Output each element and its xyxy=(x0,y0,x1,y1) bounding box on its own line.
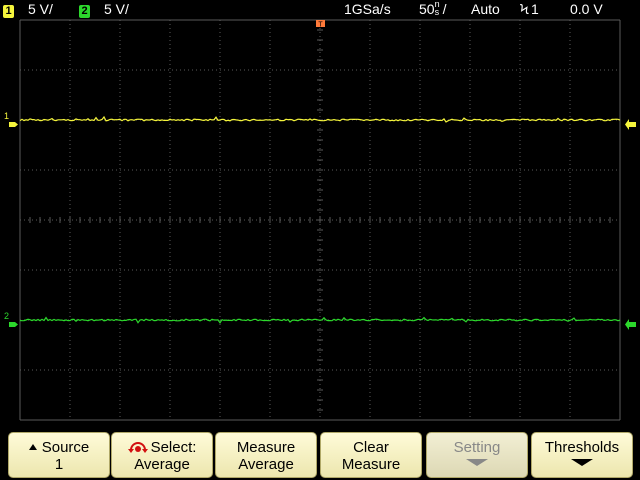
status-bar: 1 5 V/ 2 5 V/ 1GSa/s 50 n s / Auto Ϟ 1 0.0 … xyxy=(0,0,640,18)
ch2-offset-arrow[interactable] xyxy=(625,319,636,330)
setting-softkey[interactable]: Setting xyxy=(426,432,528,478)
timebase: 50 n s / xyxy=(419,0,446,18)
ch1-waveform xyxy=(19,115,621,123)
ch1-marker-label: 1 xyxy=(4,111,9,121)
rotate-knob-icon xyxy=(127,442,148,453)
thresholds-softkey[interactable]: Thresholds xyxy=(531,432,633,478)
ch2-waveform xyxy=(19,316,621,324)
select-value: Average xyxy=(134,456,190,473)
thresholds-label: Thresholds xyxy=(544,439,620,456)
clear-label-2: Measure xyxy=(341,456,401,473)
trigger-mode: Auto xyxy=(471,1,500,17)
softkey-menu: Source 1 Select: Average Measure Average… xyxy=(0,428,640,480)
ch1-badge[interactable]: 1 xyxy=(3,0,14,18)
source-label: Source xyxy=(41,439,90,456)
ch1-trigger-level-arrow[interactable] xyxy=(625,119,636,130)
trigger-marker-label: T xyxy=(318,21,323,28)
measure-label: Measure xyxy=(236,439,296,456)
clear-label: Clear xyxy=(353,439,389,456)
ch2-badge[interactable]: 2 xyxy=(79,0,90,18)
measure-value: Average xyxy=(238,456,294,473)
clear-measure-softkey[interactable]: Clear Measure xyxy=(320,432,422,478)
ch2-number: 2 xyxy=(79,5,90,18)
ch1-number: 1 xyxy=(3,5,14,18)
select-label: Select: xyxy=(150,439,197,456)
sample-rate: 1GSa/s xyxy=(344,1,391,17)
select-label-line: Select: xyxy=(112,439,212,456)
select-softkey[interactable]: Select: Average xyxy=(111,432,213,478)
timebase-suffix: / xyxy=(442,1,447,17)
source-label-line: Source xyxy=(9,439,109,456)
measure-average-softkey[interactable]: Measure Average xyxy=(215,432,317,478)
timebase-unit-bottom: s xyxy=(434,7,440,17)
ch2-marker-label: 2 xyxy=(4,311,9,321)
trigger-level: 0.0 V xyxy=(570,1,603,17)
waveform-display[interactable]: T 1 2 xyxy=(0,18,640,428)
ch1-scale: 5 V/ xyxy=(28,1,53,17)
trigger-edge-icon: Ϟ xyxy=(520,1,529,17)
graticule xyxy=(19,19,621,421)
ch2-scale: 5 V/ xyxy=(104,1,129,17)
trigger-source: 1 xyxy=(531,1,539,17)
down-arrow-icon xyxy=(466,459,488,466)
up-triangle-icon xyxy=(28,444,37,450)
source-value: 1 xyxy=(54,456,64,473)
ch1-ground-marker[interactable]: 1 xyxy=(4,111,18,127)
source-softkey[interactable]: Source 1 xyxy=(8,432,110,478)
timebase-unit: ns xyxy=(435,0,443,18)
down-arrow-icon xyxy=(571,459,593,466)
ch2-ground-marker[interactable]: 2 xyxy=(4,311,18,327)
setting-label: Setting xyxy=(453,439,501,456)
timebase-value: 50 xyxy=(419,1,435,17)
trigger-position-marker[interactable]: T xyxy=(316,20,325,28)
